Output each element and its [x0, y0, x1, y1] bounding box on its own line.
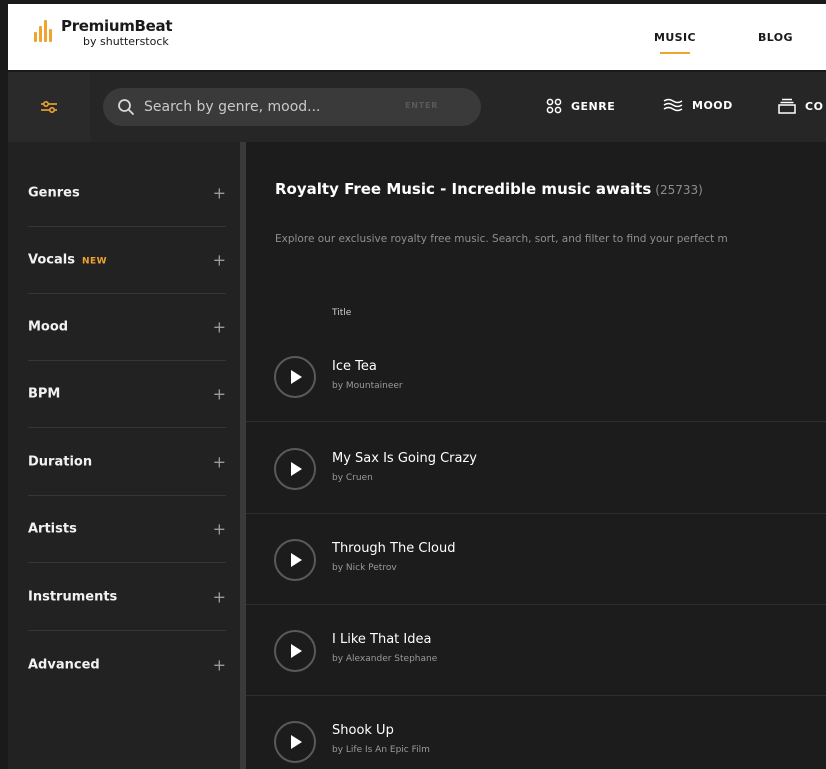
search-input[interactable]	[144, 88, 394, 126]
filter-toolbar: ENTER GENRE MOOD CO	[8, 72, 826, 142]
track-artist[interactable]: by Alexander Stephane	[332, 654, 437, 664]
new-badge: NEW	[81, 256, 108, 267]
results-count: (25733)	[655, 183, 703, 197]
play-button[interactable]	[274, 448, 316, 490]
play-icon	[291, 553, 302, 567]
track-row[interactable]: My Sax Is Going Crazy by Cruen	[246, 423, 826, 514]
sidebar-item-genres[interactable]: Genres +	[28, 160, 226, 227]
track-title[interactable]: Through The Cloud	[332, 541, 456, 556]
genre-label: GENRE	[571, 99, 616, 113]
filter-toggle-button[interactable]	[8, 72, 90, 142]
track-artist[interactable]: by Cruen	[332, 473, 373, 483]
expand-plus-icon: +	[212, 317, 226, 337]
play-icon	[291, 735, 302, 749]
column-header-title[interactable]: Title	[332, 308, 351, 318]
mood-label: MOOD	[692, 98, 733, 112]
play-button[interactable]	[274, 356, 316, 398]
sidebar-item-bpm[interactable]: BPM +	[28, 361, 226, 428]
track-artist[interactable]: by Life Is An Epic Film	[332, 745, 430, 755]
sidebar-item-label: Mood	[28, 319, 69, 335]
expand-plus-icon: +	[212, 452, 226, 472]
sidebar-item-vocals[interactable]: Vocals NEW +	[28, 227, 226, 294]
expand-plus-icon: +	[212, 587, 226, 607]
nav-blog[interactable]: BLOG	[758, 31, 793, 44]
expand-plus-icon: +	[212, 250, 226, 270]
track-row[interactable]: Ice Tea by Mountaineer	[246, 331, 826, 422]
sidebar-item-label: Vocals	[28, 252, 75, 268]
waves-icon	[663, 98, 683, 112]
logo-title: PremiumBeat	[61, 17, 173, 35]
track-row[interactable]: I Like That Idea by Alexander Stephane	[246, 605, 826, 696]
track-title[interactable]: Ice Tea	[332, 359, 377, 374]
nav-music[interactable]: MUSIC	[654, 31, 696, 54]
expand-plus-icon: +	[212, 384, 226, 404]
expand-plus-icon: +	[212, 519, 226, 539]
sidebar-item-label: Artists	[28, 521, 77, 537]
collections-filter-button[interactable]: CO	[778, 98, 823, 114]
mood-filter-button[interactable]: MOOD	[663, 98, 733, 112]
track-artist[interactable]: by Nick Petrov	[332, 563, 397, 573]
track-row[interactable]: Shook Up by Life Is An Epic Film	[246, 696, 826, 769]
sidebar-item-label: BPM	[28, 386, 61, 402]
genre-grid-icon	[546, 98, 562, 114]
search-enter-hint: ENTER	[405, 101, 439, 110]
play-button[interactable]	[274, 721, 316, 763]
sidebar-item-artists[interactable]: Artists +	[28, 496, 226, 563]
play-button[interactable]	[274, 539, 316, 581]
search-bar[interactable]: ENTER	[103, 88, 481, 126]
music-results: Royalty Free Music - Incredible music aw…	[246, 142, 826, 769]
sidebar-item-label: Duration	[28, 454, 93, 470]
track-title[interactable]: I Like That Idea	[332, 632, 431, 647]
page-title: Royalty Free Music - Incredible music aw…	[275, 180, 703, 198]
track-artist[interactable]: by Mountaineer	[332, 381, 403, 391]
expand-plus-icon: +	[212, 655, 226, 674]
sidebar-item-duration[interactable]: Duration +	[28, 429, 226, 496]
filter-sidebar: Genres + Vocals NEW + Mood + BPM + Durati…	[8, 142, 240, 769]
logo[interactable]: PremiumBeat by shutterstock	[34, 17, 173, 48]
genre-filter-button[interactable]: GENRE	[546, 98, 615, 114]
page-description: Explore our exclusive royalty free music…	[275, 233, 728, 245]
play-icon	[291, 644, 302, 658]
play-button[interactable]	[274, 630, 316, 672]
search-icon	[118, 99, 134, 115]
collections-label: CO	[805, 99, 824, 113]
sidebar-item-advanced[interactable]: Advanced +	[28, 631, 226, 698]
sidebar-item-label: Advanced	[28, 657, 100, 672]
sliders-icon	[41, 100, 57, 114]
sidebar-item-label: Genres	[28, 185, 80, 201]
expand-plus-icon: +	[212, 183, 226, 203]
track-title[interactable]: My Sax Is Going Crazy	[332, 451, 477, 466]
play-icon	[291, 370, 302, 384]
collections-icon	[778, 98, 796, 114]
sidebar-item-mood[interactable]: Mood +	[28, 294, 226, 361]
track-title[interactable]: Shook Up	[332, 723, 394, 738]
play-icon	[291, 462, 302, 476]
sidebar-item-label: Instruments	[28, 589, 118, 605]
header-bar: PremiumBeat by shutterstock MUSIC BLOG	[8, 4, 826, 70]
track-row[interactable]: Through The Cloud by Nick Petrov	[246, 514, 826, 605]
logo-bars-icon	[34, 20, 52, 42]
sidebar-item-instruments[interactable]: Instruments +	[28, 564, 226, 631]
logo-subtitle: by shutterstock	[83, 35, 169, 48]
site-header: PremiumBeat by shutterstock MUSIC BLOG	[0, 0, 826, 72]
